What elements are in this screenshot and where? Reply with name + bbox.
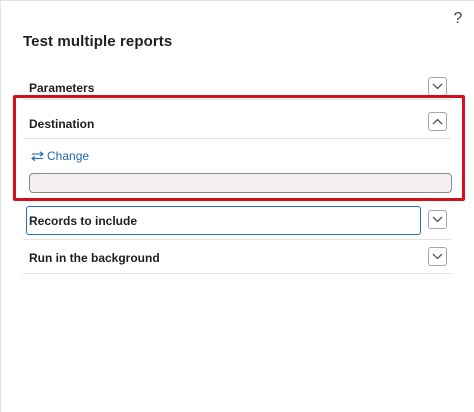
records-divider: [23, 239, 451, 240]
parameters-section-header[interactable]: Parameters: [29, 81, 94, 95]
test-multiple-reports-panel: ? Test multiple reports Parameters Desti…: [0, 0, 474, 412]
background-section-header[interactable]: Run in the background: [29, 251, 160, 265]
dialog-title: Test multiple reports: [23, 33, 173, 50]
records-section-header[interactable]: Records to include: [29, 214, 137, 228]
records-expand-button[interactable]: [428, 210, 447, 229]
parameters-expand-button[interactable]: [428, 77, 447, 96]
background-divider: [23, 273, 451, 274]
chevron-down-icon: [432, 216, 443, 223]
chevron-down-icon: [432, 253, 443, 260]
help-icon[interactable]: ?: [450, 9, 466, 29]
background-expand-button[interactable]: [428, 247, 447, 266]
chevron-down-icon: [432, 83, 443, 90]
destination-highlight-frame: [13, 95, 465, 201]
